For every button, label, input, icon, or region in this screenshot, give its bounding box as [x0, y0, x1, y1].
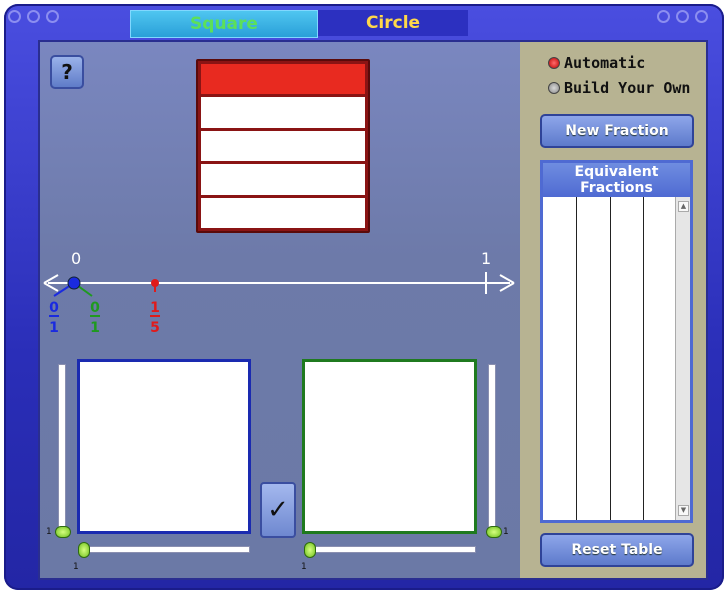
- right-horizontal-slider-handle[interactable]: [304, 542, 316, 558]
- radio-selected-icon: [548, 57, 560, 69]
- reset-table-button[interactable]: Reset Table: [540, 533, 694, 567]
- table-body: [543, 197, 676, 520]
- app-window: Square Circle ? 0 1 010115 ✓ 1 1 1 1 Aut…: [0, 0, 728, 596]
- equivalent-fractions-table: Equivalent Fractions ▲ ▼: [540, 160, 693, 523]
- fraction-numerator: 0: [49, 300, 59, 316]
- new-fraction-button[interactable]: New Fraction: [540, 114, 694, 148]
- start-label: 0: [71, 249, 81, 268]
- fraction-numerator: 0: [90, 300, 100, 316]
- left-horizontal-slider-handle[interactable]: [78, 542, 90, 558]
- left-vertical-slider-handle[interactable]: [55, 526, 71, 538]
- table-column-divider: [642, 197, 644, 520]
- radio-automatic[interactable]: Automatic: [548, 54, 645, 72]
- fraction-denominator: 1: [90, 320, 100, 336]
- table-scrollbar[interactable]: ▲ ▼: [675, 197, 690, 520]
- right-vertical-slider-handle[interactable]: [486, 526, 502, 538]
- table-column-divider: [576, 197, 578, 520]
- window-controls-right: [657, 10, 708, 23]
- number-line: 0 1 010115: [43, 249, 515, 336]
- fraction-label: 01: [49, 300, 59, 336]
- fraction-label: 15: [150, 300, 160, 336]
- window-dot-icon[interactable]: [657, 10, 670, 23]
- right-vertical-slider-value: 1: [503, 527, 509, 537]
- tab-square[interactable]: Square: [130, 10, 318, 38]
- radio-unselected-icon: [548, 82, 560, 94]
- fraction-bar-empty: [201, 97, 365, 128]
- table-header: Equivalent Fractions: [543, 163, 690, 197]
- tab-circle[interactable]: Circle: [318, 10, 468, 36]
- fraction-bar-model[interactable]: [196, 59, 370, 233]
- check-button[interactable]: ✓: [260, 482, 296, 538]
- radio-automatic-label: Automatic: [564, 54, 646, 72]
- left-horizontal-slider-value: 1: [73, 562, 79, 572]
- fraction-denominator: 1: [49, 320, 59, 336]
- right-vertical-slider[interactable]: [488, 364, 496, 534]
- window-controls-left: [8, 10, 59, 23]
- window-dot-icon[interactable]: [695, 10, 708, 23]
- radio-build-your-own[interactable]: Build Your Own: [548, 79, 690, 97]
- window-dot-icon[interactable]: [8, 10, 21, 23]
- left-horizontal-slider[interactable]: [80, 546, 250, 553]
- fraction-bar-empty: [201, 130, 365, 162]
- window-dot-icon[interactable]: [46, 10, 59, 23]
- zero-marker[interactable]: [67, 276, 81, 290]
- fraction-bar-empty: [201, 197, 365, 229]
- fraction-bar-filled: [201, 64, 365, 95]
- fraction-numerator: 1: [150, 300, 160, 316]
- scroll-down-icon[interactable]: ▼: [678, 505, 689, 516]
- left-vertical-slider-value: 1: [46, 527, 52, 537]
- fifth-marker[interactable]: [151, 279, 159, 287]
- right-square[interactable]: [302, 359, 477, 534]
- left-vertical-slider[interactable]: [58, 364, 66, 534]
- right-horizontal-slider[interactable]: [306, 546, 476, 553]
- end-label: 1: [481, 249, 491, 268]
- fraction-denominator: 5: [150, 320, 160, 336]
- left-square[interactable]: [77, 359, 251, 534]
- fraction-label: 01: [90, 300, 100, 336]
- tab-bar: Square Circle: [8, 4, 720, 38]
- window-dot-icon[interactable]: [27, 10, 40, 23]
- radio-build-label: Build Your Own: [564, 79, 691, 97]
- help-button[interactable]: ?: [50, 55, 84, 89]
- window-dot-icon[interactable]: [676, 10, 689, 23]
- table-column-divider: [609, 197, 611, 520]
- fraction-bar-empty: [201, 164, 365, 195]
- scroll-up-icon[interactable]: ▲: [678, 201, 689, 212]
- right-horizontal-slider-value: 1: [301, 562, 307, 572]
